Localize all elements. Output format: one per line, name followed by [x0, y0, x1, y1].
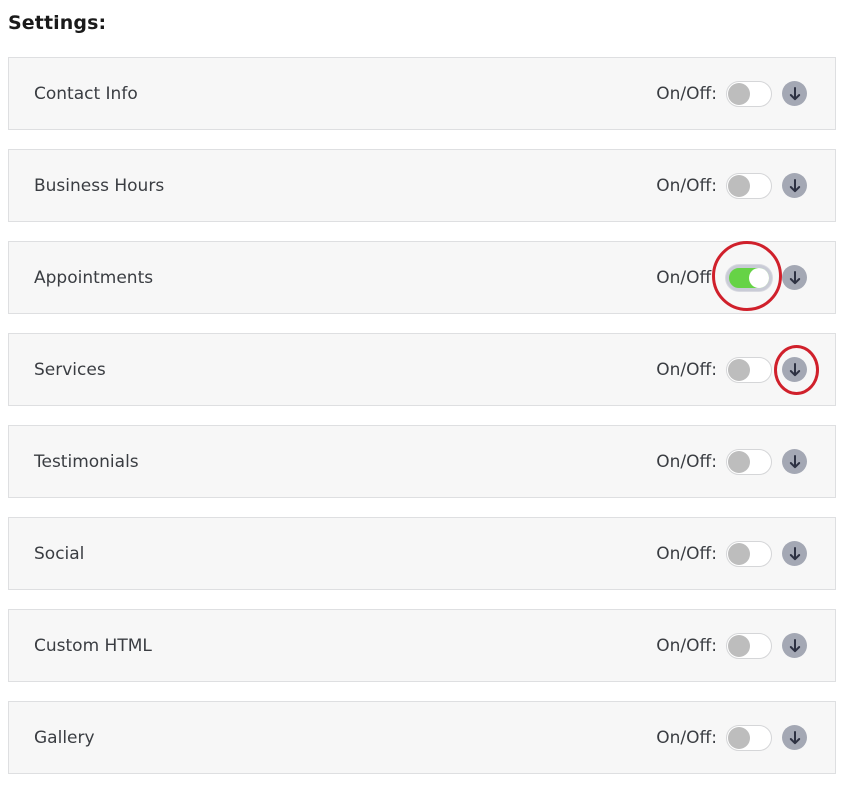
toggle-switch[interactable]: [726, 356, 772, 383]
arrow-down-icon: [789, 454, 800, 468]
arrow-down-icon: [789, 270, 800, 284]
expand-button[interactable]: [782, 81, 807, 106]
toggle-switch[interactable]: [726, 632, 772, 659]
onoff-label: On/Off:: [656, 451, 717, 472]
arrow-down-icon: [789, 362, 800, 376]
setting-label: Appointments: [34, 267, 154, 288]
setting-controls: On/Off:: [656, 448, 807, 475]
expand-button[interactable]: [782, 265, 807, 290]
onoff-label: On/Off:: [656, 727, 717, 748]
setting-label: Gallery: [34, 727, 95, 748]
setting-controls: On/Off:: [656, 724, 807, 751]
setting-controls: On/Off:: [656, 172, 807, 199]
onoff-label: On/Off:: [656, 635, 717, 656]
onoff-label: On/Off:: [656, 543, 717, 564]
expand-button[interactable]: [782, 357, 807, 382]
toggle-switch[interactable]: [726, 172, 772, 199]
toggle-knob: [728, 542, 750, 565]
expand-button[interactable]: [782, 633, 807, 658]
toggle-knob: [728, 82, 750, 105]
onoff-label: On/Off:: [656, 175, 717, 196]
toggle-switch[interactable]: [726, 724, 772, 751]
page-title: Settings:: [8, 12, 107, 34]
toggle-knob: [728, 358, 750, 381]
toggle-switch[interactable]: [726, 540, 772, 567]
toggle-knob: [749, 267, 769, 288]
setting-row-contact-info: Contact Info On/Off:: [8, 57, 836, 130]
toggle-knob: [728, 726, 750, 749]
setting-controls: On/Off:: [656, 356, 807, 383]
setting-row-custom-html: Custom HTML On/Off:: [8, 609, 836, 682]
setting-label: Custom HTML: [34, 635, 152, 656]
arrow-down-icon: [789, 86, 800, 100]
expand-button[interactable]: [782, 541, 807, 566]
expand-button[interactable]: [782, 725, 807, 750]
setting-row-appointments: Appointments On/Off:: [8, 241, 836, 314]
setting-row-services: Services On/Off:: [8, 333, 836, 406]
toggle-switch[interactable]: [726, 80, 772, 107]
expand-button[interactable]: [782, 173, 807, 198]
onoff-label: On/Off:: [656, 267, 717, 288]
setting-row-business-hours: Business Hours On/Off:: [8, 149, 836, 222]
setting-controls: On/Off:: [656, 264, 807, 291]
arrow-down-icon: [789, 730, 800, 744]
setting-label: Testimonials: [34, 451, 139, 472]
arrow-down-icon: [789, 546, 800, 560]
setting-controls: On/Off:: [656, 540, 807, 567]
arrow-down-icon: [789, 638, 800, 652]
onoff-label: On/Off:: [656, 83, 717, 104]
arrow-down-icon: [789, 178, 800, 192]
setting-row-social: Social On/Off:: [8, 517, 836, 590]
toggle-knob: [728, 450, 750, 473]
toggle-knob: [728, 174, 750, 197]
toggle-switch[interactable]: [726, 264, 772, 291]
setting-label: Services: [34, 359, 106, 380]
setting-controls: On/Off:: [656, 632, 807, 659]
setting-row-testimonials: Testimonials On/Off:: [8, 425, 836, 498]
setting-label: Contact Info: [34, 83, 138, 104]
setting-label: Business Hours: [34, 175, 165, 196]
setting-row-gallery: Gallery On/Off:: [8, 701, 836, 774]
toggle-switch[interactable]: [726, 448, 772, 475]
setting-label: Social: [34, 543, 85, 564]
setting-controls: On/Off:: [656, 80, 807, 107]
onoff-label: On/Off:: [656, 359, 717, 380]
settings-list: Contact Info On/Off: Business Hours On/O…: [8, 57, 836, 793]
toggle-knob: [728, 634, 750, 657]
expand-button[interactable]: [782, 449, 807, 474]
